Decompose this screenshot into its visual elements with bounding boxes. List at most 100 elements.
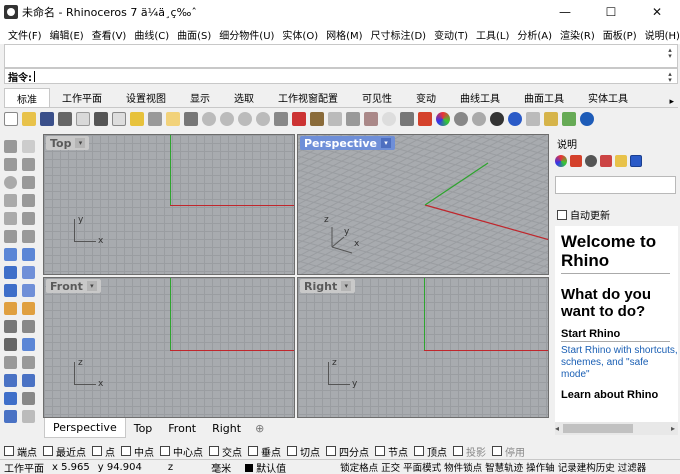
zoom-selected-icon[interactable] xyxy=(256,112,270,126)
close-button[interactable]: ✕ xyxy=(634,0,680,24)
viewport-tab-top[interactable]: Top xyxy=(126,418,161,438)
scale-icon[interactable] xyxy=(22,356,35,369)
circle-icon[interactable] xyxy=(4,176,17,189)
display-icon[interactable] xyxy=(585,155,597,167)
layer-icon[interactable] xyxy=(418,112,432,126)
osnap-3[interactable]: 中点 xyxy=(121,444,154,459)
materials-icon[interactable] xyxy=(600,155,612,167)
command-scroll-icon[interactable]: ▴ ▾ xyxy=(665,71,675,84)
explode-icon[interactable] xyxy=(4,320,17,333)
help-icon[interactable] xyxy=(580,112,594,126)
mesh-icon[interactable] xyxy=(4,284,17,297)
checkbox-icon[interactable] xyxy=(209,446,219,456)
tab-solid-tools[interactable]: 实体工具 xyxy=(576,88,640,107)
osnap-7[interactable]: 切点 xyxy=(287,444,320,459)
viewport-label-front[interactable]: Front ▾ xyxy=(46,279,101,293)
help-panel-icon[interactable] xyxy=(630,155,642,167)
menu-dimension[interactable]: 尺寸标注(D) xyxy=(367,27,431,42)
tab-set-view[interactable]: 设置视图 xyxy=(114,88,178,107)
mirror-icon[interactable] xyxy=(22,374,35,387)
tab-display[interactable]: 显示 xyxy=(178,88,222,107)
tab-transform[interactable]: 变动 xyxy=(404,88,448,107)
dimension-icon[interactable] xyxy=(4,392,17,405)
blend-curve-icon[interactable] xyxy=(22,230,35,243)
menu-curve[interactable]: 曲线(C) xyxy=(130,27,173,42)
viewport-perspective[interactable]: z y x Perspective ▾ xyxy=(297,134,549,275)
menu-help[interactable]: 说明(H) xyxy=(641,27,680,42)
gear-icon[interactable] xyxy=(544,112,558,126)
status-modes[interactable]: 锁定格点 正交 平面模式 物件锁点 智慧轨迹 操作轴 记录建构历史 过滤器 xyxy=(290,460,650,474)
panel-hscrollbar[interactable]: ◂ ▸ xyxy=(555,422,678,435)
viewport-label-right[interactable]: Right ▾ xyxy=(300,279,356,293)
status-cplane[interactable]: 工作平面 xyxy=(0,460,48,474)
light-bulb-icon[interactable] xyxy=(382,112,396,126)
menu-solid[interactable]: 实体(O) xyxy=(278,27,322,42)
menu-view[interactable]: 查看(V) xyxy=(88,27,131,42)
start-rhino-link[interactable]: Start Rhino with shortcuts, schemes, and… xyxy=(561,345,678,381)
new-file-icon[interactable] xyxy=(4,112,18,126)
checkbox-icon[interactable] xyxy=(121,446,131,456)
fillet-curve-icon[interactable] xyxy=(22,212,35,225)
chevron-down-icon[interactable]: ▾ xyxy=(86,281,97,291)
menu-surface[interactable]: 曲面(S) xyxy=(173,27,215,42)
zoom-extents-icon[interactable] xyxy=(238,112,252,126)
grasshopper-icon[interactable] xyxy=(562,112,576,126)
fillet-edge-icon[interactable] xyxy=(22,338,35,351)
select-icon[interactable] xyxy=(328,112,342,126)
osnap-5[interactable]: 交点 xyxy=(209,444,242,459)
save-icon[interactable] xyxy=(40,112,54,126)
blue-sphere-icon[interactable] xyxy=(508,112,522,126)
undo-icon[interactable] xyxy=(148,112,162,126)
join-icon[interactable] xyxy=(4,338,17,351)
menu-mesh[interactable]: 网格(M) xyxy=(322,27,366,42)
options-icon[interactable] xyxy=(526,112,540,126)
zoom-window-icon[interactable] xyxy=(220,112,234,126)
chevron-down-icon[interactable]: ▾ xyxy=(341,281,352,291)
checkbox-icon[interactable] xyxy=(557,209,567,220)
tab-curve-tools[interactable]: 曲线工具 xyxy=(448,88,512,107)
maximize-button[interactable]: ☐ xyxy=(588,0,634,24)
menu-transform[interactable]: 变动(T) xyxy=(430,27,472,42)
undo-view-icon[interactable] xyxy=(274,112,288,126)
cut-icon[interactable] xyxy=(94,112,108,126)
help-content[interactable]: Welcome to Rhino What do you want to do?… xyxy=(555,226,678,422)
ellipse-icon[interactable] xyxy=(4,194,17,207)
layers-icon[interactable] xyxy=(570,155,582,167)
four-viewports-icon[interactable] xyxy=(292,112,306,126)
color-wheel-icon[interactable] xyxy=(436,112,450,126)
box-icon[interactable] xyxy=(4,266,17,279)
named-view-icon[interactable] xyxy=(364,112,378,126)
render-sphere-icon[interactable] xyxy=(472,112,486,126)
tabs-overflow-icon[interactable]: ▸ xyxy=(669,97,678,107)
osnap-8[interactable]: 四分点 xyxy=(326,444,369,459)
offset-curve-icon[interactable] xyxy=(4,230,17,243)
osnap-0[interactable]: 端点 xyxy=(4,444,37,459)
analyze-icon[interactable] xyxy=(4,410,17,423)
checkbox-icon[interactable] xyxy=(4,446,14,456)
subd-icon[interactable] xyxy=(22,284,35,297)
checkbox-icon[interactable] xyxy=(160,446,170,456)
tab-select[interactable]: 选取 xyxy=(222,88,266,107)
tab-viewport-layout[interactable]: 工作视窗配置 xyxy=(266,88,350,107)
paste-icon[interactable] xyxy=(130,112,144,126)
checkbox-icon[interactable] xyxy=(92,446,102,456)
tab-standard[interactable]: 标准 xyxy=(4,88,50,107)
menu-panels[interactable]: 面板(P) xyxy=(599,27,641,42)
polygon-icon[interactable] xyxy=(4,212,17,225)
checkbox-icon[interactable] xyxy=(287,446,297,456)
libraries-icon[interactable] xyxy=(615,155,627,167)
lock-icon[interactable] xyxy=(400,112,414,126)
menu-subd[interactable]: 细分物件(U) xyxy=(215,27,278,42)
open-folder-icon[interactable] xyxy=(22,112,36,126)
viewport-right[interactable]: z y Right ▾ xyxy=(297,277,549,418)
checkbox-icon[interactable] xyxy=(492,446,502,456)
chevron-down-icon[interactable]: ▾ xyxy=(381,138,392,148)
tab-surface-tools[interactable]: 曲面工具 xyxy=(512,88,576,107)
print-icon[interactable] xyxy=(58,112,72,126)
rotate-view-icon[interactable] xyxy=(184,112,198,126)
scroll-right-icon[interactable]: ▸ xyxy=(671,424,675,433)
checkbox-icon[interactable] xyxy=(43,446,53,456)
command-line[interactable]: 指令: ▴ ▾ xyxy=(4,68,678,84)
scroll-left-icon[interactable]: ◂ xyxy=(555,424,559,433)
cplane-icon[interactable] xyxy=(346,112,360,126)
